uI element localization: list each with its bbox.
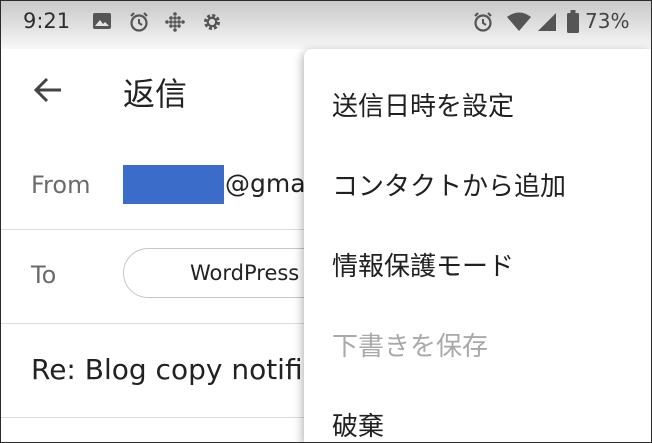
arrow-left-icon[interactable]: [33, 76, 63, 108]
status-bar: 9:21 73%: [1, 1, 651, 49]
subject-field[interactable]: Re: Blog copy notific: [31, 353, 318, 386]
image-icon: [92, 11, 112, 35]
menu-item-confidential-mode[interactable]: 情報保護モード: [304, 223, 651, 303]
alarm-icon: [128, 11, 150, 37]
menu-item-label: 破棄: [332, 412, 385, 442]
alarm-icon: [472, 11, 494, 37]
settings-gear-icon: [201, 11, 223, 37]
signal-icon: [537, 12, 557, 36]
overflow-menu: 送信日時を設定 コンタクトから追加 情報保護モード 下書きを保存 破棄: [304, 49, 651, 442]
status-time: 9:21: [23, 9, 71, 33]
battery-percent: 73%: [585, 9, 630, 33]
wifi-icon: [506, 12, 532, 36]
menu-item-label: 送信日時を設定: [332, 92, 515, 122]
screen-frame: 9:21 73% 返信 From @gma To WordPress Re: B…: [0, 0, 652, 443]
from-label: From: [31, 171, 91, 199]
menu-item-discard[interactable]: 破棄: [304, 383, 651, 442]
menu-item-add-from-contacts[interactable]: コンタクトから追加: [304, 143, 651, 223]
menu-item-schedule-send[interactable]: 送信日時を設定: [304, 63, 651, 143]
menu-item-label: 下書きを保存: [332, 332, 489, 362]
from-address: @gma: [225, 169, 306, 198]
battery-icon: [567, 10, 579, 37]
menu-item-label: 情報保護モード: [332, 252, 515, 282]
to-label: To: [31, 261, 57, 289]
menu-item-label: コンタクトから追加: [332, 172, 567, 202]
menu-item-save-draft: 下書きを保存: [304, 303, 651, 383]
page-title: 返信: [123, 75, 188, 113]
grid-dots-icon: [164, 11, 186, 37]
recipient-chip-label: WordPress: [190, 261, 300, 285]
redacted-block: [123, 165, 224, 204]
